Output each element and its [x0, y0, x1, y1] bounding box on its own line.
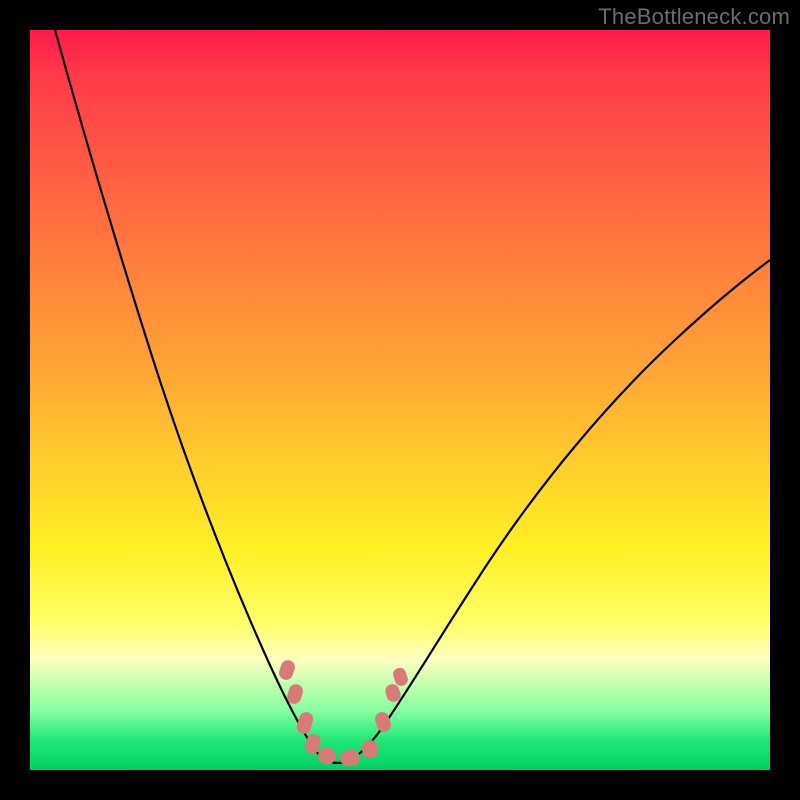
marker-8 — [373, 710, 392, 733]
curve-right-branch — [338, 260, 770, 763]
marker-7 — [360, 738, 380, 759]
marker-1 — [277, 658, 296, 681]
marker-3 — [295, 710, 315, 735]
plot-area — [30, 30, 770, 770]
marker-10 — [392, 666, 410, 687]
marker-group — [277, 658, 409, 766]
watermark-text: TheBottleneck.com — [598, 4, 790, 30]
marker-6 — [340, 750, 361, 767]
chart-frame: TheBottleneck.com — [0, 0, 800, 800]
bottleneck-curve — [30, 30, 770, 770]
curve-left-branch — [55, 30, 338, 763]
